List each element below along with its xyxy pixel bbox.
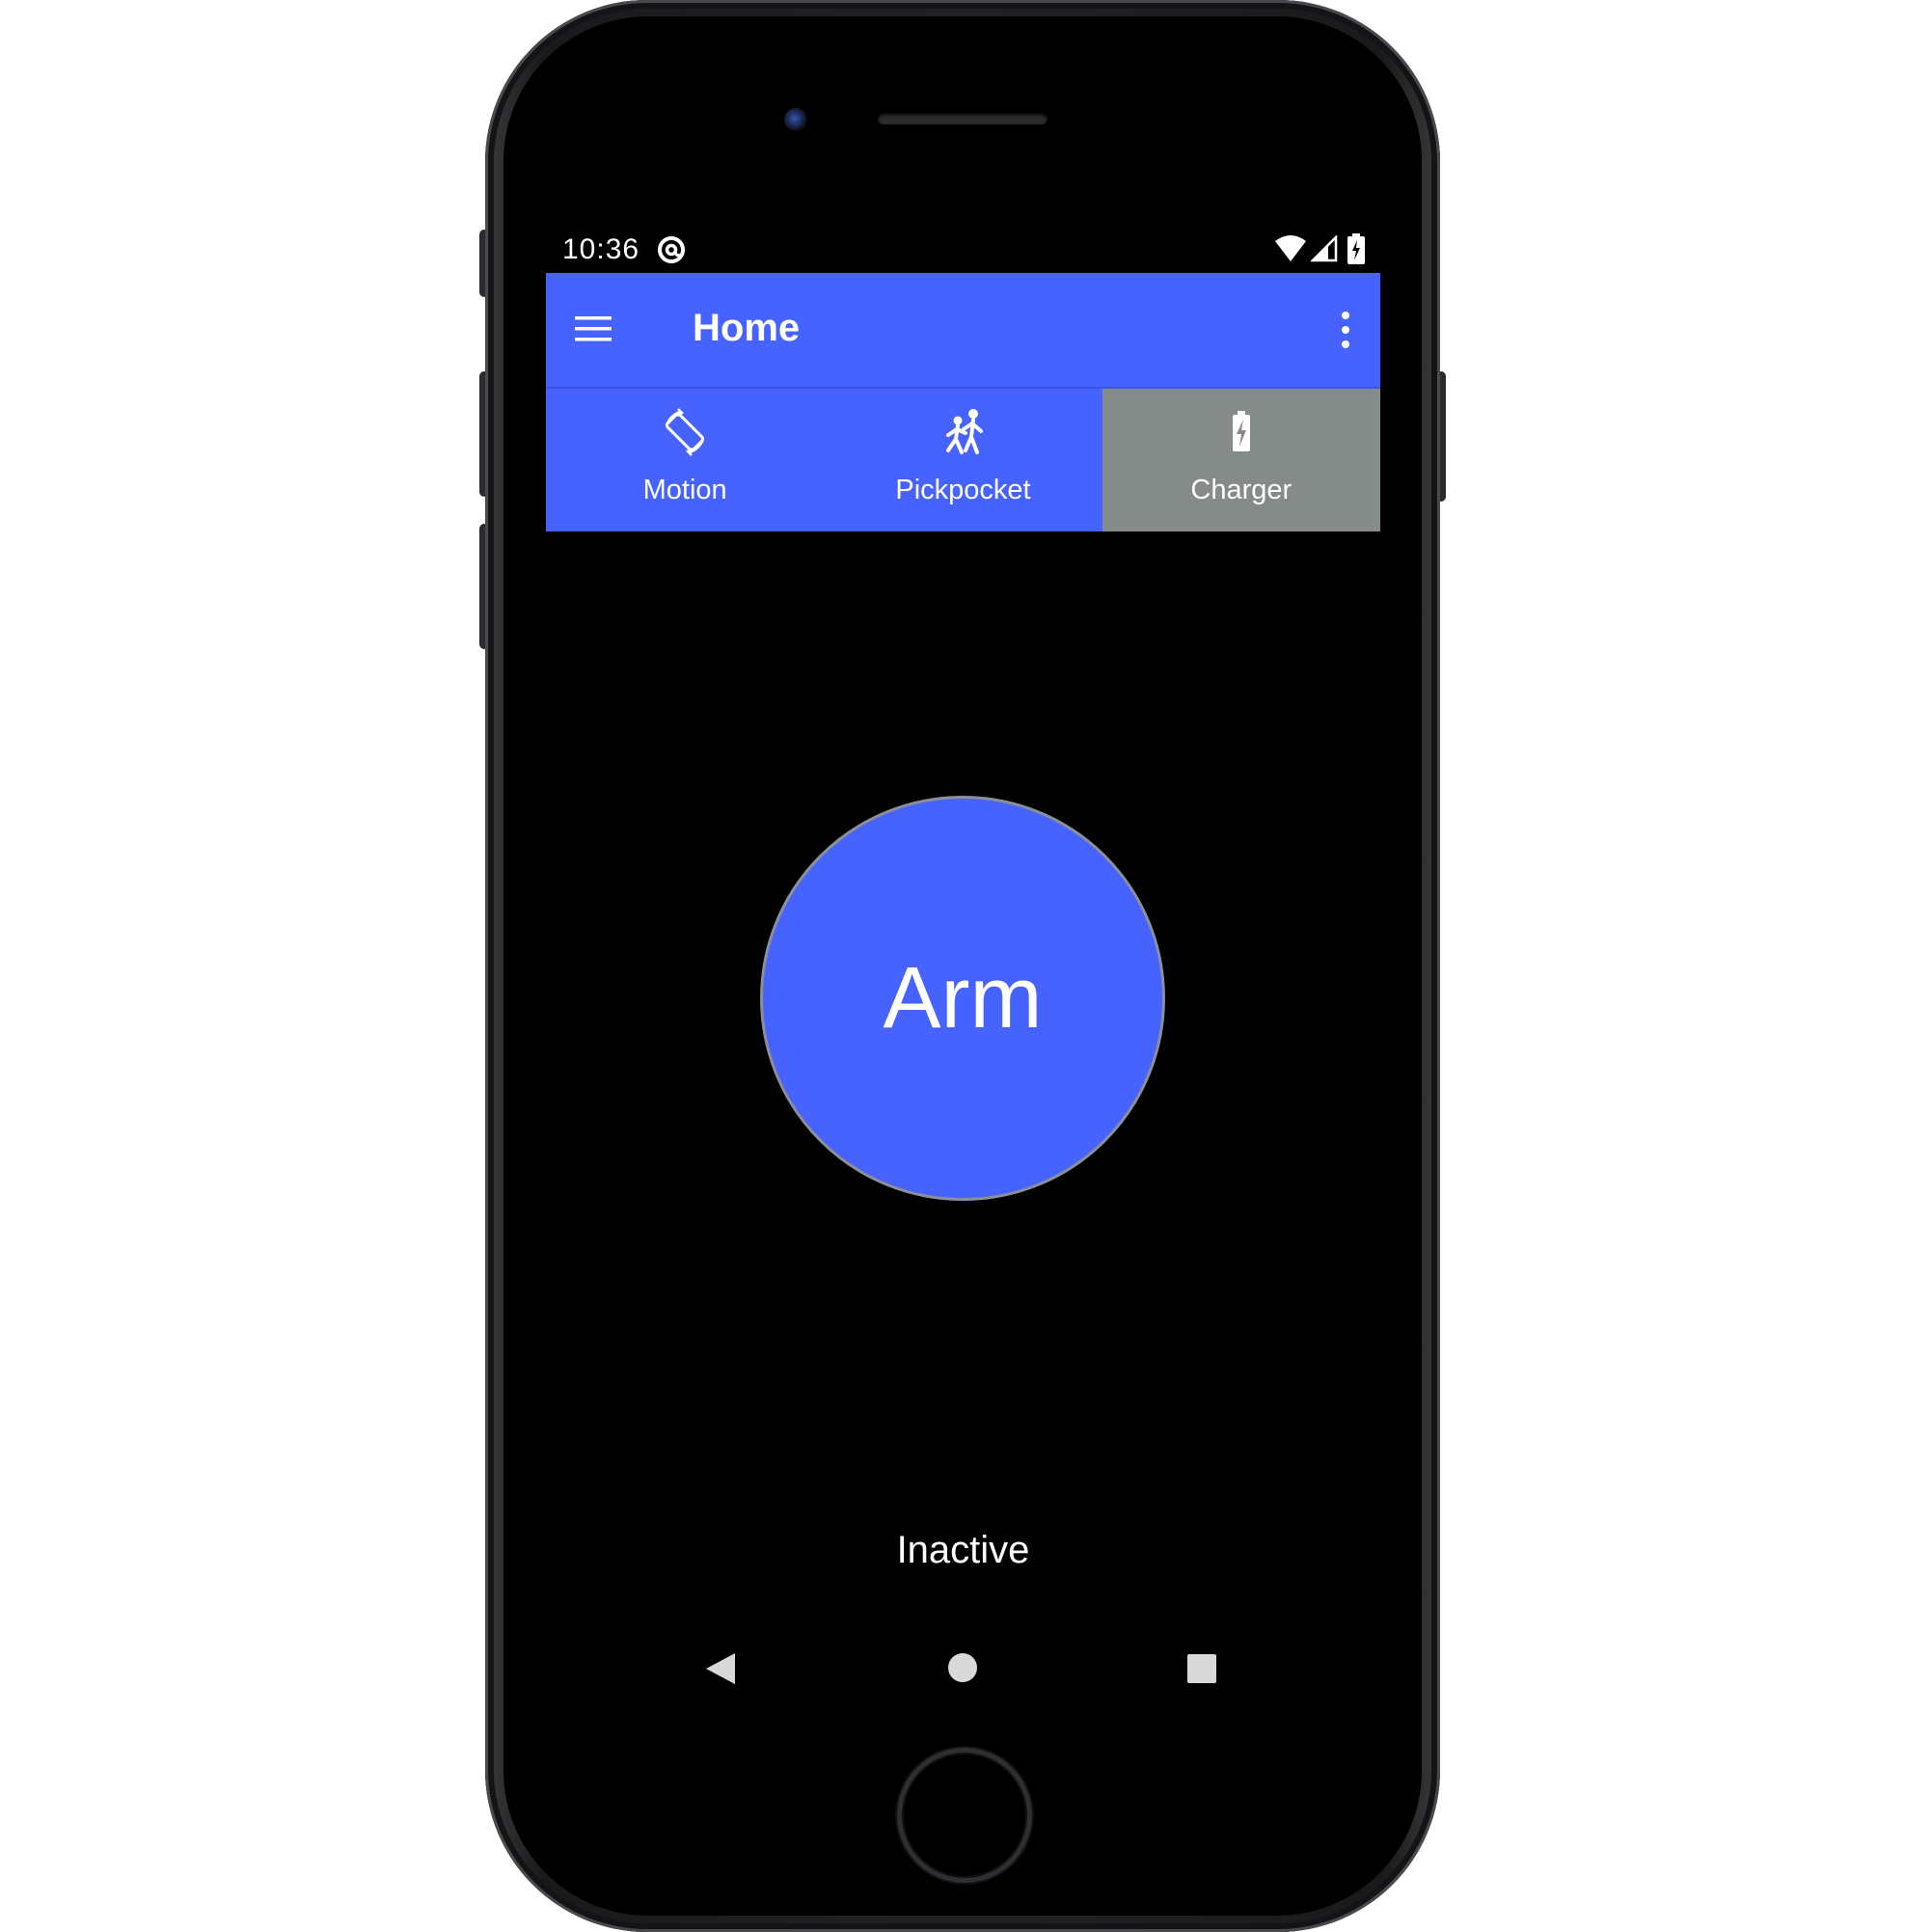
tab-label: Charger — [1190, 475, 1293, 505]
protection-status: Inactive — [896, 1529, 1030, 1571]
recents-icon[interactable] — [1186, 1653, 1217, 1684]
device-mockup: 10:36 Home Motion Pickpocket Charger Arm… — [0, 0, 1932, 1932]
arm-button[interactable]: Arm — [760, 796, 1165, 1201]
screen-rotation-icon — [665, 408, 705, 456]
hamburger-menu-icon[interactable] — [573, 309, 613, 349]
status-bar: 10:36 — [546, 225, 1380, 273]
tab-label: Motion — [642, 475, 727, 505]
hardware-home-button — [897, 1748, 1032, 1883]
tab-motion[interactable]: Motion — [546, 389, 825, 531]
back-icon[interactable] — [702, 1649, 737, 1688]
battery-charging-icon — [1347, 233, 1365, 264]
page-title: Home — [693, 307, 801, 349]
front-camera — [784, 108, 807, 131]
system-nav-bar — [546, 1635, 1380, 1710]
earpiece-speaker — [878, 113, 1048, 124]
tab-label: Pickpocket — [895, 475, 1031, 505]
pickpocket-icon — [946, 409, 984, 454]
battery-charging-icon — [1232, 411, 1250, 451]
screen: 10:36 Home Motion Pickpocket Charger Arm… — [546, 225, 1380, 1710]
tab-pickpocket[interactable]: Pickpocket — [824, 389, 1102, 531]
wifi-icon — [1275, 235, 1306, 261]
more-vert-icon[interactable] — [1339, 310, 1352, 350]
app-bar: Home — [546, 273, 1380, 387]
tab-bar: Motion Pickpocket Charger — [546, 387, 1380, 531]
status-time: 10:36 — [562, 233, 640, 265]
tab-charger[interactable]: Charger — [1102, 389, 1380, 531]
cell-signal-icon — [1311, 235, 1338, 262]
at-sign-icon — [658, 236, 685, 263]
arm-button-label: Arm — [883, 949, 1043, 1047]
home-icon[interactable] — [946, 1651, 979, 1684]
